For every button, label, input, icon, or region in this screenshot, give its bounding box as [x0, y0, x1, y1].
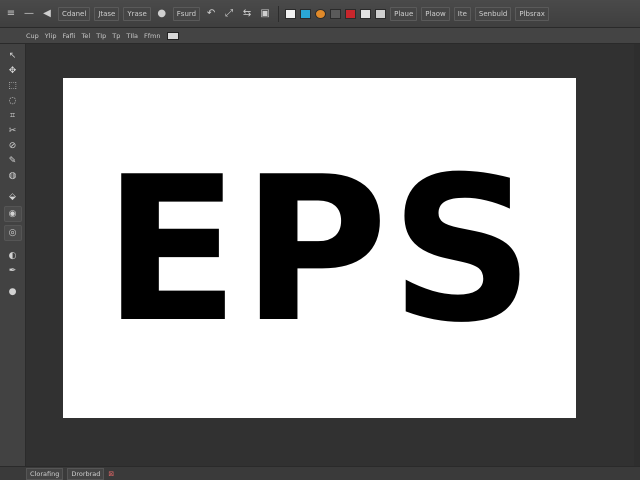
color-swatch-2[interactable] [315, 8, 327, 19]
fill-tool-icon[interactable]: ⬙ [5, 191, 21, 203]
canvas-text: EPS [102, 134, 537, 367]
option-2[interactable]: Fafli [63, 32, 76, 40]
document-canvas[interactable]: EPS [63, 78, 576, 418]
menu-item-6[interactable]: Ite [453, 6, 471, 21]
tool-glyph-4[interactable]: ⤢ [222, 7, 236, 21]
slice-tool-icon[interactable]: ✂ [5, 125, 21, 137]
option-6[interactable]: TIla [126, 32, 138, 40]
menu-item-3[interactable]: Fsurd [172, 6, 201, 21]
menu-item-1[interactable]: Jtase [94, 6, 120, 21]
menu-item-2[interactable]: Yrase [123, 6, 151, 21]
status-close-icon[interactable]: ⊠ [108, 470, 114, 478]
workspace: EPS [26, 44, 640, 466]
options-bar: Cup Ylip Fafli Tel TIp Tp TIla Ffmn [0, 28, 640, 44]
menu-item-7[interactable]: Senbuld [474, 6, 512, 21]
option-3[interactable]: Tel [82, 32, 91, 40]
tool-glyph-3[interactable]: ↶ [204, 7, 218, 21]
menu-item-8[interactable]: Plbsrax [515, 6, 549, 21]
contrast-tool-icon[interactable]: ◐ [5, 250, 21, 262]
brush-tool-icon[interactable]: ◍ [5, 170, 21, 182]
pencil-tool-icon[interactable]: ✒ [5, 265, 21, 277]
option-4[interactable]: TIp [96, 32, 106, 40]
color-swatch-0[interactable] [285, 8, 297, 19]
tool-panel: ↖ ✥ ⬚ ◌ ⌗ ✂ ⊘ ✎ ◍ ⬙ ◉ ◎ ◐ ✒ ● [0, 44, 26, 466]
color-swatch-4[interactable] [345, 8, 357, 19]
top-toolbar: ≡ — ◀ Cdanel Jtase Yrase ● Fsurd ↶ ⤢ ⇆ ▣… [0, 0, 640, 28]
toolbar-separator [278, 5, 280, 22]
option-checkbox[interactable] [166, 31, 179, 40]
option-7[interactable]: Ffmn [144, 32, 160, 40]
blur-tool-icon[interactable]: ◎ [3, 225, 22, 241]
tool-glyph-2[interactable]: ● [155, 7, 169, 21]
lasso-tool-icon[interactable]: ◌ [5, 95, 21, 107]
app-window: ≡ — ◀ Cdanel Jtase Yrase ● Fsurd ↶ ⤢ ⇆ ▣… [0, 0, 640, 480]
color-swatch-3[interactable] [330, 8, 342, 19]
pen-tool-icon[interactable]: ✎ [5, 155, 21, 167]
status-field-0[interactable]: Clorafing [26, 467, 64, 480]
color-swatch-1[interactable] [300, 8, 312, 19]
move-tool-icon[interactable]: ↖ [5, 50, 21, 62]
tool-glyph-6[interactable]: ▣ [258, 7, 272, 21]
tool-glyph-1[interactable]: ◀ [40, 7, 54, 21]
status-bar: Clorafing Drorbrad ⊠ [0, 466, 640, 480]
tool-glyph-0[interactable]: — [22, 7, 36, 21]
color-tool-icon[interactable]: ● [5, 286, 21, 298]
menu-item-4[interactable]: Plaue [390, 6, 418, 21]
vertical-scrollbar[interactable] [634, 44, 640, 466]
transform-tool-icon[interactable]: ✥ [5, 65, 21, 77]
menu-item-5[interactable]: Plaow [421, 6, 450, 21]
color-swatch-5[interactable] [360, 8, 372, 19]
option-5[interactable]: Tp [112, 32, 120, 40]
option-0[interactable]: Cup [26, 32, 39, 40]
list-icon[interactable]: ≡ [4, 7, 18, 21]
dodge-tool-icon[interactable]: ◉ [3, 206, 22, 222]
color-swatch-6[interactable] [375, 8, 387, 19]
menu-item-0[interactable]: Cdanel [58, 6, 91, 21]
status-field-1[interactable]: Drorbrad [67, 467, 105, 480]
eraser-tool-icon[interactable]: ⊘ [5, 140, 21, 152]
marquee-tool-icon[interactable]: ⬚ [5, 80, 21, 92]
tool-glyph-5[interactable]: ⇆ [240, 7, 254, 21]
crop-tool-icon[interactable]: ⌗ [5, 110, 21, 122]
option-1[interactable]: Ylip [45, 32, 57, 40]
